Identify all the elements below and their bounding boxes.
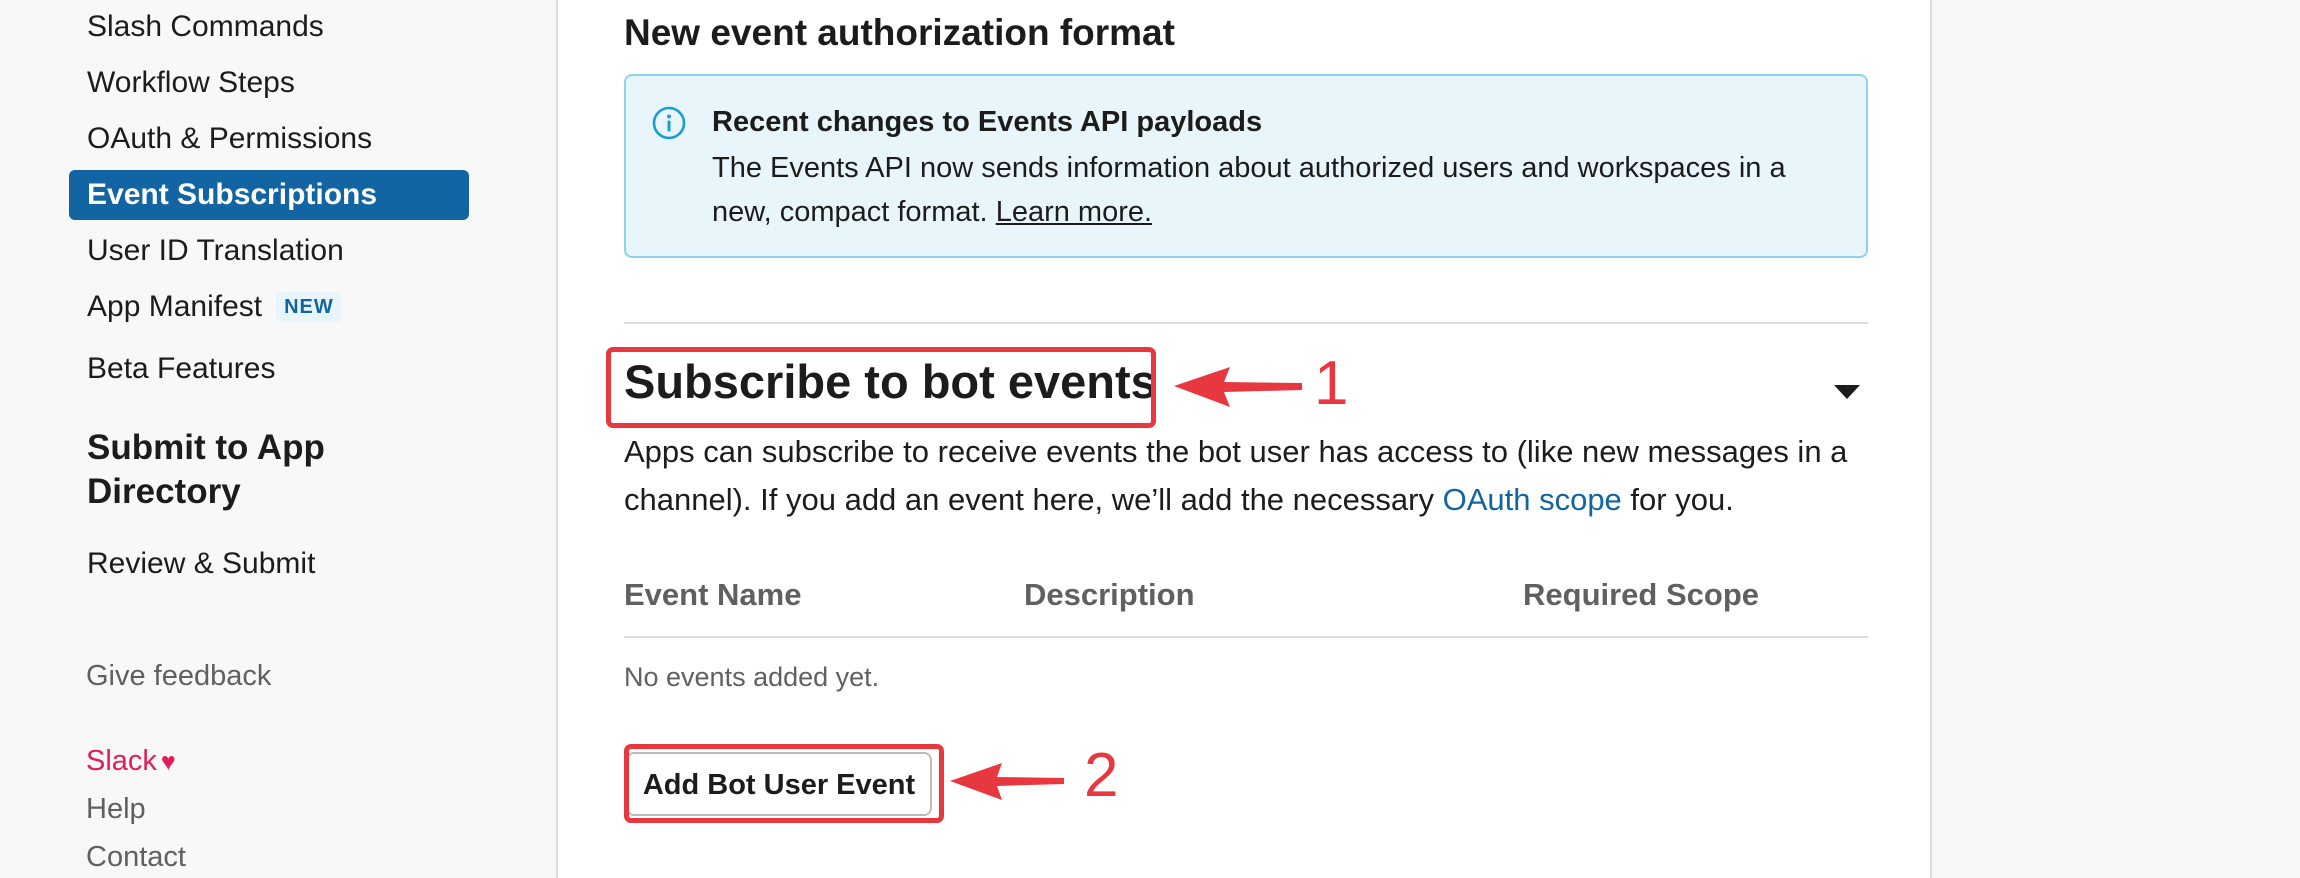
annotation-highlight-2 (624, 744, 944, 823)
new-badge: NEW (276, 292, 342, 322)
annotation-arrow-1 (1174, 367, 1302, 407)
sidebar-item-beta-features[interactable]: Beta Features (87, 349, 275, 389)
events-api-info-banner: Recent changes to Events API payloads Th… (624, 74, 1868, 258)
column-header-event-name: Event Name (624, 577, 802, 612)
column-header-required-scope: Required Scope (1523, 577, 1759, 612)
heart-icon: ♥ (160, 748, 176, 776)
sidebar-item-user-id-translation[interactable]: User ID Translation (87, 231, 344, 271)
sidebar-item-event-subscriptions[interactable]: Event Subscriptions (69, 170, 469, 220)
bot-events-desc-suffix: for you. (1630, 482, 1734, 517)
slack-label: Slack (86, 745, 157, 777)
empty-events-message: No events added yet. (624, 662, 880, 692)
sidebar-item-slash-commands[interactable]: Slash Commands (87, 7, 324, 47)
sidebar-item-oauth-permissions[interactable]: OAuth & Permissions (87, 119, 372, 159)
info-banner-text: The Events API now sends information abo… (712, 146, 1832, 234)
contact-link[interactable]: Contact (86, 841, 186, 874)
sidebar-item-review-submit[interactable]: Review & Submit (87, 544, 315, 584)
info-banner-body: The Events API now sends information abo… (712, 152, 1786, 228)
sidebar-item-workflow-steps[interactable]: Workflow Steps (87, 63, 295, 103)
sidebar-item-label: App Manifest (87, 290, 263, 323)
oauth-scope-link[interactable]: OAuth scope (1443, 482, 1622, 517)
chevron-down-icon[interactable] (1830, 374, 1864, 408)
sidebar-item-app-manifest[interactable]: App Manifest NEW (87, 287, 342, 327)
section-divider (624, 322, 1868, 324)
annotation-number-1: 1 (1314, 349, 1349, 418)
info-banner-title: Recent changes to Events API payloads (712, 106, 1263, 138)
bot-events-description: Apps can subscribe to receive events the… (624, 428, 1874, 524)
column-header-description: Description (1024, 577, 1195, 612)
annotation-highlight-1 (606, 347, 1156, 428)
table-header-divider (624, 636, 1868, 638)
learn-more-link[interactable]: Learn more. (996, 196, 1152, 228)
help-link[interactable]: Help (86, 793, 146, 826)
annotation-number-2: 2 (1084, 741, 1119, 810)
slack-love-link[interactable]: Slack ♥ (86, 745, 176, 778)
give-feedback-link[interactable]: Give feedback (86, 660, 271, 693)
submit-to-app-directory-heading: Submit to App Directory (87, 428, 325, 511)
sidebar: Slash Commands Workflow Steps OAuth & Pe… (0, 0, 556, 878)
info-icon (652, 106, 686, 140)
annotation-arrow-2 (950, 763, 1064, 800)
event-authorization-format-title: New event authorization format (624, 12, 1175, 53)
